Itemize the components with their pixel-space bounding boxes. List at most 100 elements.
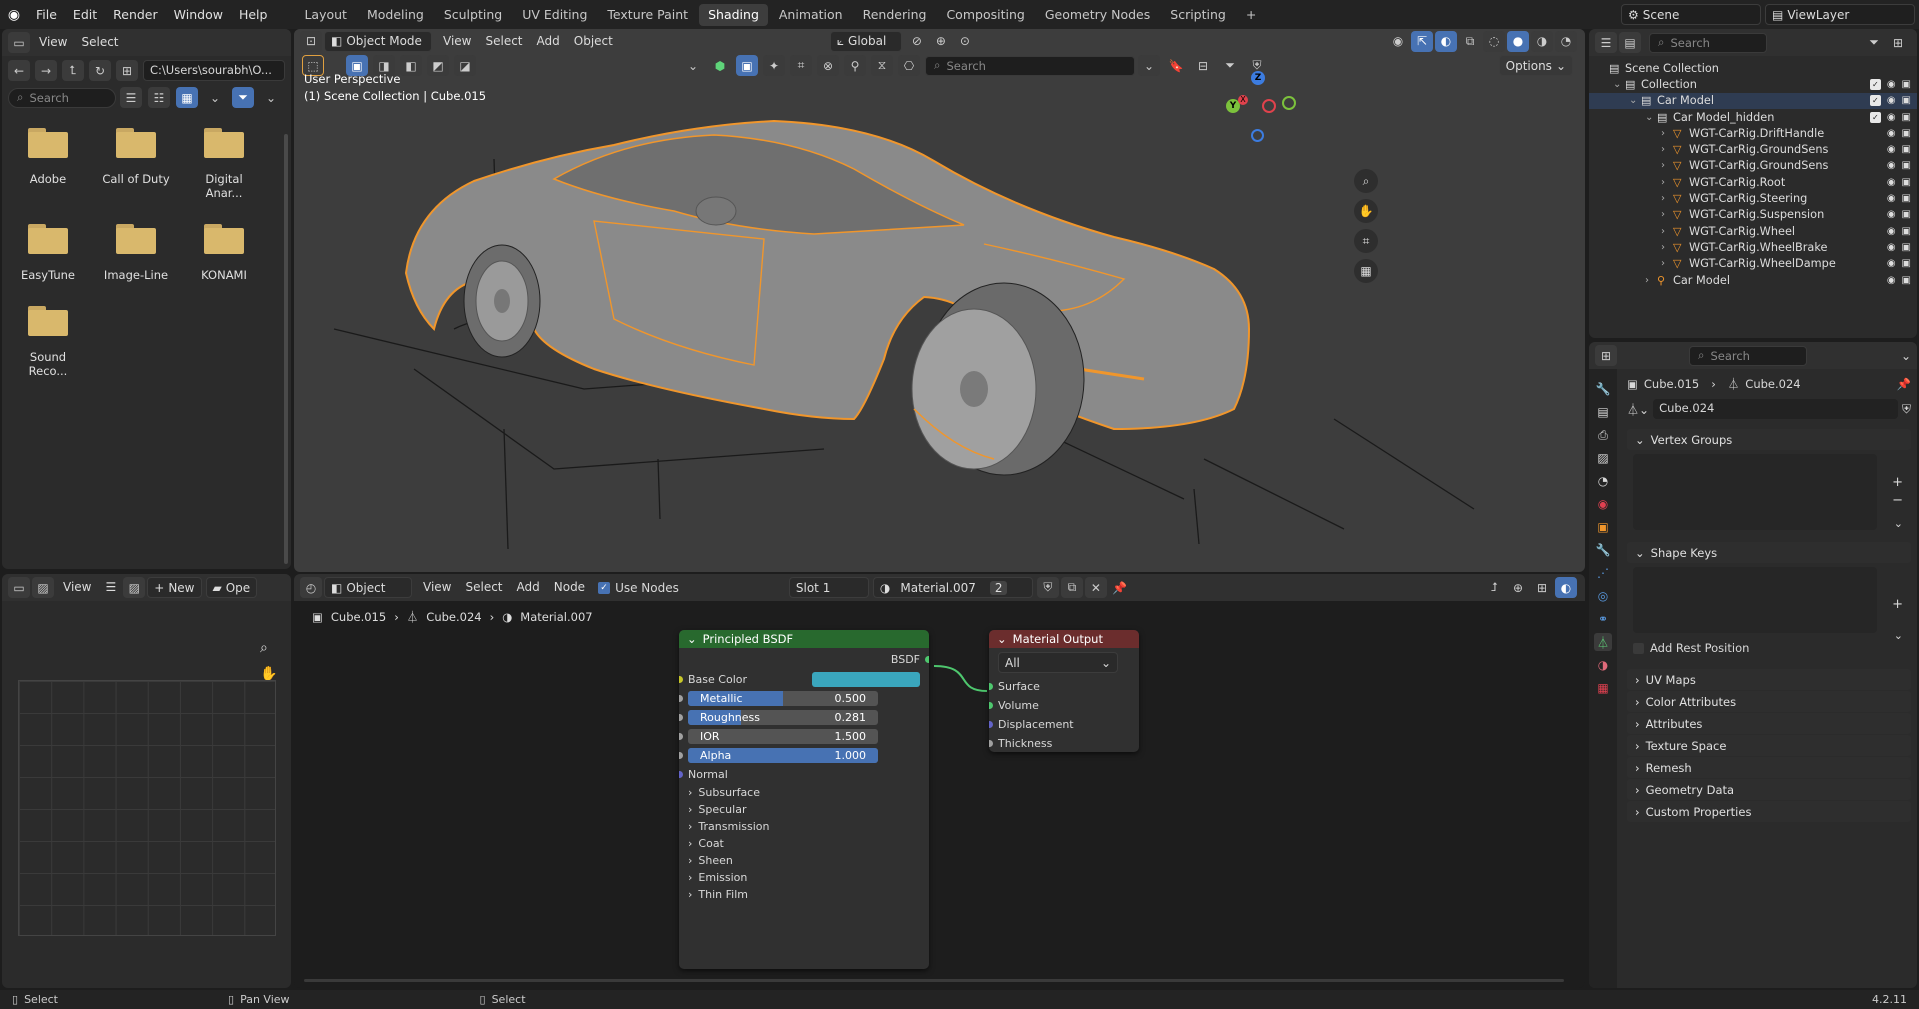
properties-section-attributes[interactable]: › Attributes — [1627, 713, 1911, 734]
gizmo-neg-z[interactable] — [1251, 129, 1264, 142]
eye-icon[interactable]: ◉ — [1887, 226, 1896, 237]
vertex-group-menu-button[interactable]: ⌄ — [1894, 517, 1903, 530]
node-editor-scrollbar[interactable] — [304, 979, 1564, 982]
tab-layout[interactable]: Layout — [295, 4, 356, 26]
material-tab-icon[interactable]: ◑ — [1594, 656, 1612, 674]
world-tab-icon[interactable]: ◉ — [1594, 495, 1612, 513]
principled-bsdf-header[interactable]: ⌄ Principled BSDF — [679, 630, 929, 648]
editor-type-icon[interactable]: ⊞ — [1595, 345, 1617, 366]
panel-sheen[interactable]: › Sheen — [679, 852, 929, 869]
panel-transmission[interactable]: › Transmission — [679, 818, 929, 835]
normal-socket[interactable] — [679, 771, 683, 778]
add-rest-position-checkbox[interactable]: Add Rest Position — [1621, 633, 1917, 663]
list-vertical-icon[interactable]: ☰ — [120, 87, 142, 108]
camera-view-icon[interactable]: ⌗ — [1354, 229, 1378, 253]
camera-render-icon[interactable]: ▣ — [1902, 242, 1911, 253]
tab-uv-editing[interactable]: UV Editing — [513, 4, 596, 26]
properties-section-uv-maps[interactable]: › UV Maps — [1627, 669, 1911, 690]
eye-icon[interactable]: ◉ — [1887, 95, 1896, 106]
outliner-row[interactable]: ⌄ ▤ Collection ✓ ◉ ▣ — [1589, 76, 1917, 92]
ortho-grid-icon[interactable]: ▦ — [1354, 259, 1378, 283]
camera-render-icon[interactable]: ▣ — [1902, 209, 1911, 220]
properties-section-custom-properties[interactable]: › Custom Properties — [1627, 801, 1911, 822]
view-layer-tab-icon[interactable]: ▨ — [1594, 449, 1612, 467]
gizmo-x-axis[interactable]: X — [1238, 95, 1248, 105]
panel-thin-film[interactable]: › Thin Film — [679, 886, 929, 903]
base-color-socket[interactable] — [679, 676, 683, 683]
shape-keys-panel[interactable]: ⌄ Shape Keys — [1627, 542, 1911, 563]
folder-item[interactable]: KONAMI — [189, 224, 259, 282]
new-collection-icon[interactable]: ⊞ — [1887, 32, 1909, 53]
tab-compositing[interactable]: Compositing — [937, 4, 1033, 26]
tab-scripting[interactable]: Scripting — [1161, 4, 1235, 26]
forward-icon[interactable]: → — [35, 60, 57, 81]
gizmo-neg-y[interactable] — [1282, 96, 1296, 110]
list-horizontal-icon[interactable]: ☷ — [148, 87, 170, 108]
outliner-row[interactable]: › ▽ WGT-CarRig.DriftHandle ◉ ▣ — [1589, 125, 1917, 141]
thickness-socket[interactable] — [989, 740, 993, 747]
eye-icon[interactable]: ◉ — [1887, 160, 1896, 171]
chevron-right-icon[interactable]: › — [1661, 177, 1673, 188]
properties-section-texture-space[interactable]: › Texture Space — [1627, 735, 1911, 756]
mesh-browse-icon[interactable]: ⏃⌄ — [1627, 401, 1649, 418]
alpha-socket[interactable] — [679, 752, 683, 759]
outliner-row[interactable]: › ▽ WGT-CarRig.Steering ◉ ▣ — [1589, 190, 1917, 206]
eye-icon[interactable]: ◉ — [1887, 144, 1896, 155]
folder-item[interactable]: Image-Line — [101, 224, 171, 282]
tab-shading[interactable]: Shading — [699, 3, 768, 26]
zoom-icon[interactable]: ⌕ — [260, 640, 268, 656]
eye-icon[interactable]: ◉ — [1887, 128, 1896, 139]
outliner-search-input[interactable]: ⌕ Search — [1649, 32, 1767, 53]
vertex-groups-list[interactable] — [1633, 454, 1877, 530]
output-tab-icon[interactable]: ⎙ — [1594, 426, 1612, 444]
camera-render-icon[interactable]: ▣ — [1902, 160, 1911, 171]
chevron-right-icon[interactable]: › — [1661, 242, 1673, 253]
folder-item[interactable]: EasyTune — [13, 224, 83, 282]
refresh-icon[interactable]: ↻ — [89, 60, 111, 81]
scene-tab-icon[interactable]: ◔ — [1594, 472, 1612, 490]
fake-user-shield-icon[interactable]: ⛨ — [1902, 402, 1911, 417]
file-search-input[interactable]: ⌕ Search — [8, 87, 116, 108]
shape-keys-list[interactable] — [1633, 567, 1877, 633]
base-color-swatch[interactable] — [812, 672, 920, 687]
object-tab-icon[interactable]: ▣ — [1594, 518, 1612, 536]
eye-icon[interactable]: ◉ — [1887, 177, 1896, 188]
render-tab-icon[interactable]: ▤ — [1594, 403, 1612, 421]
gizmo-z-axis[interactable]: Z — [1251, 71, 1265, 85]
chevron-down-icon[interactable]: ⌄ — [1629, 95, 1641, 106]
modifier-tab-icon[interactable]: 🔧 — [1594, 541, 1612, 559]
camera-render-icon[interactable]: ▣ — [1902, 95, 1911, 106]
filter-icon[interactable]: ⏷ — [232, 87, 254, 108]
view-layer-selector[interactable]: ▤ ViewLayer — [1765, 4, 1915, 25]
vertex-groups-panel[interactable]: ⌄ Vertex Groups — [1627, 429, 1911, 450]
eye-icon[interactable]: ◉ — [1887, 193, 1896, 204]
menu-select[interactable]: Select — [74, 29, 125, 56]
shape-key-menu-button[interactable]: ⌄ — [1894, 629, 1903, 642]
alpha-field[interactable]: Alpha 1.000 — [688, 748, 878, 763]
outliner-row[interactable]: › ▽ WGT-CarRig.GroundSens ◉ ▣ — [1589, 141, 1917, 157]
camera-render-icon[interactable]: ▣ — [1902, 258, 1911, 269]
bsdf-output-socket[interactable] — [925, 655, 929, 663]
panel-coat[interactable]: › Coat — [679, 835, 929, 852]
open-image-button[interactable]: ▰ Ope — [205, 577, 258, 598]
roughness-socket[interactable] — [679, 714, 683, 721]
folder-item[interactable]: Call of Duty — [101, 128, 171, 200]
parent-dir-icon[interactable]: ⮤ — [62, 60, 84, 81]
eye-icon[interactable]: ◉ — [1887, 209, 1896, 220]
constraints-tab-icon[interactable]: ⚭ — [1594, 610, 1612, 628]
add-shape-key-button[interactable]: + — [1892, 597, 1903, 612]
chevron-right-icon[interactable]: › — [1661, 128, 1673, 139]
exclude-checkbox-icon[interactable]: ✓ — [1869, 95, 1881, 107]
viewport-3d[interactable]: ⊡ ◧ Object Mode View Select Add Object ⟀ G… — [294, 29, 1585, 572]
menu-view[interactable]: View — [32, 29, 74, 56]
path-field[interactable]: C:\Users\sourabh\O... — [143, 60, 285, 81]
camera-render-icon[interactable]: ▣ — [1902, 128, 1911, 139]
particles-tab-icon[interactable]: ⋰ — [1594, 564, 1612, 582]
menu-file[interactable]: File — [28, 0, 65, 29]
roughness-field[interactable]: Roughness 0.281 — [688, 710, 878, 725]
tab-animation[interactable]: Animation — [770, 4, 852, 26]
menu-render[interactable]: Render — [105, 0, 166, 29]
thumbnails-icon[interactable]: ▦ — [176, 87, 198, 108]
ior-field[interactable]: IOR 1.500 — [688, 729, 878, 744]
camera-render-icon[interactable]: ▣ — [1902, 79, 1911, 90]
